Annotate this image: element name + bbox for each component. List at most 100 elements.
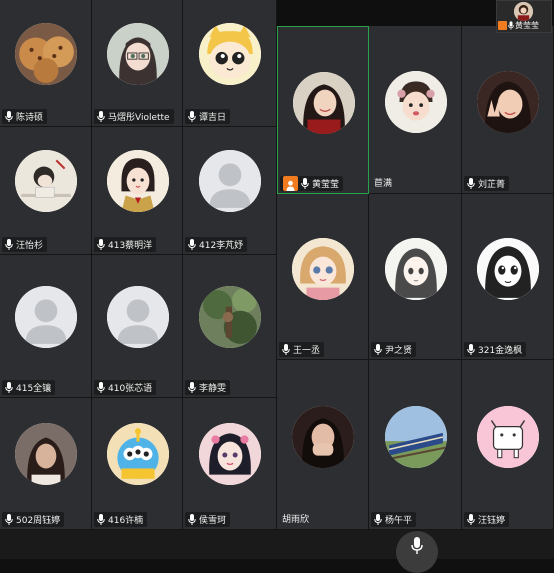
participant-tile[interactable]: 胡雨欣 [277,360,369,530]
participant-name-label: 杨午平 [371,512,417,527]
participant-name: 李静雯 [199,384,227,394]
participant-name-label: 陈诗硕 [2,109,48,124]
participant-tile[interactable]: 黄莹莹 [277,26,369,194]
participant-name: 谭吉日 [199,113,227,123]
participant-name-label: 马熠彤Violette [94,109,174,124]
participant-name: 侯雪珂 [199,516,227,526]
microphone-icon [374,344,382,355]
participant-name-label: 侯雪珂 [185,512,231,527]
microphone-icon [374,514,382,525]
participant-avatar [199,286,261,348]
participant-tile[interactable]: 苣满 [369,26,462,194]
participant-tile[interactable]: 413蔡明洋 [92,127,183,255]
participant-tile[interactable]: 王一丞 [277,194,369,360]
participant-name: 尹之贤 [385,346,413,356]
bottom-control-bar [0,530,554,559]
participant-name: 马熠彤Violette [108,113,170,123]
participant-tile[interactable]: 502周钰婷 [0,398,92,530]
participant-avatar [385,238,447,300]
participant-tile[interactable]: 412李芃妤 [183,127,277,255]
microphone-icon [508,21,514,30]
participant-tile[interactable]: 汪钰婷 [462,360,554,530]
participant-avatar [477,238,539,300]
participant-tile[interactable]: 陈诗硕 [0,0,92,127]
participant-tile[interactable]: 侯雪珂 [183,398,277,530]
participant-name-label: 谭吉日 [185,109,231,124]
participant-tile[interactable]: 尹之贤 [369,194,462,360]
microphone-icon [467,344,475,355]
participant-name-label: 410张芯语 [94,380,157,395]
microphone-icon [467,514,475,525]
microphone-toggle-button[interactable] [396,531,438,573]
self-view-label: 黄莹莹 [498,20,539,31]
participant-name: 胡雨欣 [282,515,310,525]
participant-name: 412李芃妤 [199,241,244,251]
participant-name-label: 416许楠 [94,512,148,527]
participant-name-label: 尹之贤 [371,342,417,357]
participant-name: 苣满 [374,179,393,189]
microphone-icon [5,239,13,250]
participant-avatar [15,286,77,348]
participant-name: 刘芷菁 [478,180,506,190]
participant-name: 410张芯语 [108,384,153,394]
participant-name-label: 刘芷菁 [464,176,510,191]
participant-name-label: 汪钰婷 [464,512,510,527]
participant-name-label: 413蔡明洋 [94,237,157,252]
participant-name-label: 321金逸枫 [464,342,527,357]
participant-tile[interactable]: 李静雯 [183,255,277,398]
participant-tile[interactable]: 杨午平 [369,360,462,530]
participant-tile[interactable]: 马熠彤Violette [92,0,183,127]
participant-name: 415全镶 [16,384,52,394]
participant-tile[interactable]: 刘芷菁 [462,26,554,194]
participant-name: 汪钰婷 [478,516,506,526]
microphone-icon [282,344,290,355]
participant-avatar [477,406,539,468]
participant-name: 502周钰婷 [16,516,61,526]
participant-name: 321金逸枫 [478,346,523,356]
microphone-icon [411,537,423,554]
participant-avatar [385,71,447,133]
participant-tile[interactable]: 谭吉日 [183,0,277,127]
participant-avatar [15,23,77,85]
participant-tile[interactable]: 汪怡杉 [0,127,92,255]
participant-avatar [199,23,261,85]
participant-tile[interactable]: 410张芯语 [92,255,183,398]
participant-avatar [15,150,77,212]
microphone-icon [5,514,13,525]
participant-tile[interactable]: 416许楠 [92,398,183,530]
participant-name: 416许楠 [108,516,144,526]
host-icon [283,176,298,191]
microphone-icon [97,514,105,525]
microphone-icon [188,111,196,122]
participant-name-label: 415全镶 [2,380,56,395]
self-view-preview[interactable]: 黄莹莹 [496,0,552,33]
participant-tile[interactable]: 321金逸枫 [462,194,554,360]
self-view-name: 黄莹莹 [515,21,539,30]
participant-avatar [107,150,169,212]
participant-name: 黄莹莹 [312,180,340,190]
microphone-icon [467,178,475,189]
participant-name: 413蔡明洋 [108,241,153,251]
self-avatar [514,2,533,21]
participant-avatar [293,72,355,134]
participant-avatar [385,406,447,468]
microphone-icon [188,514,196,525]
host-icon [498,21,507,30]
participant-name-label: 412李芃妤 [185,237,248,252]
participant-name: 汪怡杉 [16,241,44,251]
microphone-icon [188,382,196,393]
participant-name-label: 李静雯 [185,380,231,395]
participant-avatar [199,150,261,212]
microphone-icon [5,111,13,122]
participant-avatar [292,238,354,300]
participant-avatar [107,286,169,348]
participant-avatar [199,423,261,485]
participant-name-label: 黄莹莹 [280,176,344,191]
participant-tile[interactable]: 415全镶 [0,255,92,398]
microphone-icon [97,382,105,393]
participant-avatar [107,423,169,485]
participant-name: 杨午平 [385,516,413,526]
microphone-icon [188,239,196,250]
microphone-icon [97,111,105,122]
participant-avatar [477,71,539,133]
